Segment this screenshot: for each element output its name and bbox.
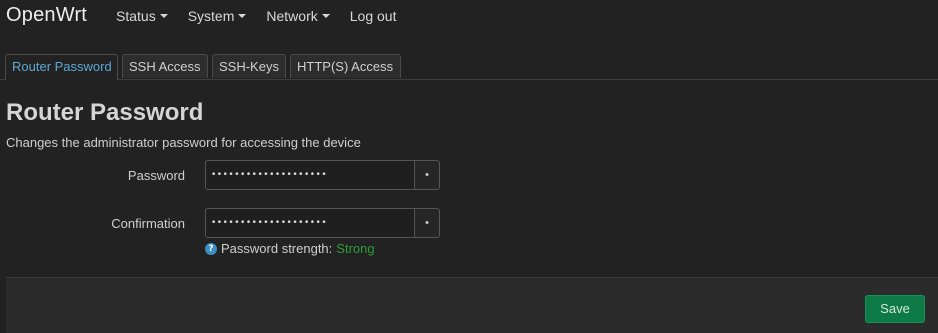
brand-logo[interactable]: OpenWrt bbox=[6, 4, 87, 27]
menu-status[interactable]: Status bbox=[106, 0, 178, 34]
chevron-down-icon bbox=[321, 14, 330, 19]
confirmation-label: Confirmation bbox=[111, 216, 185, 231]
menu-logout[interactable]: Log out bbox=[340, 0, 407, 34]
menu-status-label: Status bbox=[116, 8, 156, 24]
password-strength: ? Password strength: Strong bbox=[205, 241, 375, 256]
form-footer bbox=[6, 277, 938, 333]
menu-system[interactable]: System bbox=[178, 0, 257, 34]
password-field[interactable] bbox=[205, 160, 414, 190]
menu-network[interactable]: Network bbox=[256, 0, 339, 34]
chevron-down-icon bbox=[159, 14, 168, 19]
strength-value: Strong bbox=[336, 241, 375, 256]
chevron-down-icon bbox=[238, 14, 247, 19]
confirmation-input-group: • bbox=[205, 208, 440, 238]
page-title: Router Password bbox=[6, 99, 204, 126]
tab-ssh-keys[interactable]: SSH-Keys bbox=[212, 54, 286, 78]
menu-network-label: Network bbox=[266, 8, 318, 24]
reveal-password-button[interactable]: • bbox=[414, 160, 440, 190]
save-button[interactable]: Save bbox=[865, 295, 925, 323]
confirmation-field[interactable] bbox=[205, 208, 414, 238]
strength-label: Password strength: bbox=[221, 241, 333, 256]
tab-bar: Router Password SSH Access SSH-Keys HTTP… bbox=[0, 54, 938, 80]
help-icon: ? bbox=[205, 242, 217, 255]
password-input-group: • bbox=[205, 160, 440, 190]
password-label: Password bbox=[127, 168, 185, 183]
main-menu: Status System Network Log out bbox=[106, 0, 406, 34]
reveal-confirmation-button[interactable]: • bbox=[414, 208, 440, 238]
top-navbar: OpenWrt Status System Network Log out bbox=[0, 0, 938, 34]
page-description: Changes the administrator password for a… bbox=[6, 135, 361, 150]
menu-logout-label: Log out bbox=[349, 8, 397, 24]
menu-system-label: System bbox=[187, 8, 235, 24]
tab-ssh-access[interactable]: SSH Access bbox=[122, 54, 208, 78]
tab-https-access[interactable]: HTTP(S) Access bbox=[290, 54, 401, 78]
tab-router-password[interactable]: Router Password bbox=[5, 54, 118, 80]
